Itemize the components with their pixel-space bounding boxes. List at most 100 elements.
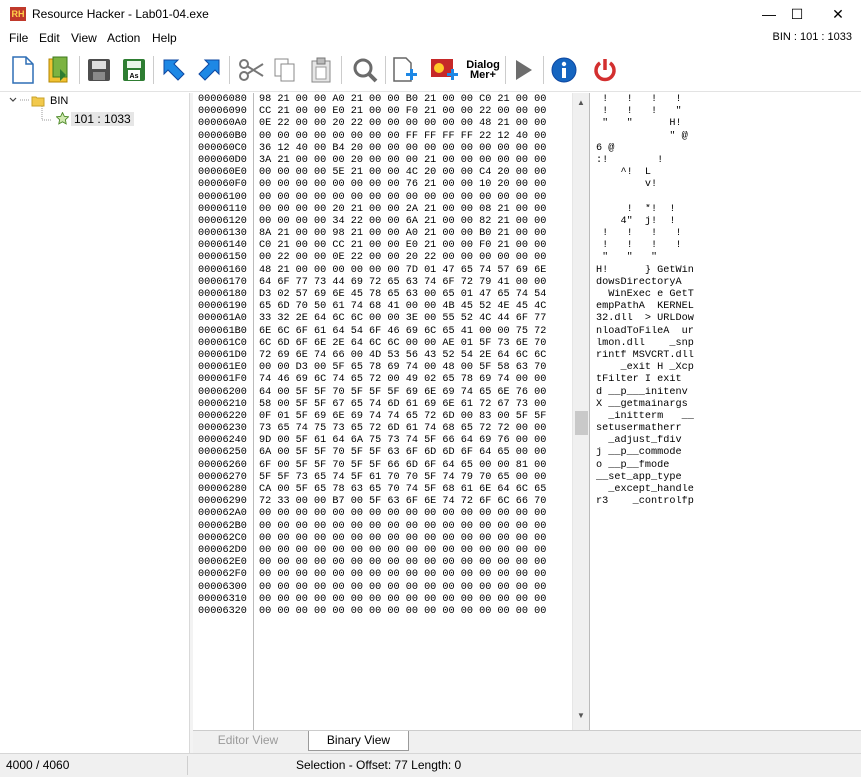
scrollbar-thumb[interactable] <box>575 411 588 435</box>
hex-bytes-row[interactable]: 6C 6D 6F 6E 2E 64 6C 6C 00 00 AE 01 5F 7… <box>255 338 567 350</box>
tree-node-101-1033[interactable]: 101 : 1033 <box>71 112 134 126</box>
hex-bytes-row[interactable]: 5F 5F 73 65 74 5F 61 70 70 5F 74 79 70 6… <box>255 472 567 484</box>
ascii-row[interactable]: 6 @ <box>596 143 861 155</box>
hex-bytes-row[interactable]: 64 00 5F 5F 70 5F 5F 5F 69 6E 69 74 65 6… <box>255 387 567 399</box>
hex-bytes-row[interactable]: 00 00 00 00 00 00 00 00 00 00 00 00 00 0… <box>255 594 567 606</box>
hex-bytes-row[interactable]: 00 00 00 00 00 00 00 00 00 00 00 00 00 0… <box>255 192 567 204</box>
hex-bytes-row[interactable]: 6E 6C 6F 61 64 54 6F 46 69 6C 65 41 00 0… <box>255 326 567 338</box>
ascii-row[interactable] <box>596 533 861 545</box>
hex-bytes-row[interactable]: 6F 00 5F 5F 70 5F 5F 66 6D 6F 64 65 00 0… <box>255 460 567 472</box>
ascii-row[interactable]: ! ! ! ! <box>596 228 861 240</box>
menu-edit[interactable]: Edit <box>39 31 60 45</box>
ascii-row[interactable] <box>596 545 861 557</box>
hex-bytes-row[interactable]: 48 21 00 00 00 00 00 00 7D 01 47 65 74 5… <box>255 265 567 277</box>
tab-editor-view[interactable]: Editor View <box>203 731 293 751</box>
ascii-row[interactable]: _exit H _Xcp <box>596 362 861 374</box>
forward-arrow-icon[interactable] <box>192 53 226 87</box>
replace-resource-icon[interactable] <box>428 53 462 87</box>
hex-bytes-row[interactable]: 3A 21 00 00 00 20 00 00 00 21 00 00 00 0… <box>255 155 567 167</box>
ascii-row[interactable]: o __p__fmode <box>596 460 861 472</box>
ascii-row[interactable]: ! ! ! ! <box>596 94 861 106</box>
tree-expand-toggle[interactable] <box>6 95 18 107</box>
hex-bytes-row[interactable]: 00 00 00 00 34 22 00 00 6A 21 00 00 82 2… <box>255 216 567 228</box>
hex-bytes-row[interactable]: 00 00 00 00 00 00 00 00 00 00 00 00 00 0… <box>255 508 567 520</box>
ascii-row[interactable]: " " H! <box>596 118 861 130</box>
ascii-row[interactable]: j __p__commode <box>596 447 861 459</box>
hex-bytes-row[interactable]: 0E 22 00 00 20 22 00 00 00 00 00 00 48 2… <box>255 118 567 130</box>
open-file-icon[interactable] <box>42 53 76 87</box>
hex-bytes-row[interactable]: CC 21 00 00 E0 21 00 00 F0 21 00 00 22 0… <box>255 106 567 118</box>
hex-bytes-row[interactable]: 00 00 00 00 00 00 00 00 00 00 00 00 00 0… <box>255 606 567 618</box>
ascii-row[interactable]: " @ <box>596 131 861 143</box>
ascii-row[interactable] <box>596 508 861 520</box>
ascii-row[interactable] <box>596 569 861 581</box>
ascii-row[interactable]: d __p___initenv <box>596 387 861 399</box>
ascii-row[interactable]: dowsDirectoryA <box>596 277 861 289</box>
info-icon[interactable] <box>547 53 581 87</box>
hex-bytes-row[interactable]: 74 46 69 6C 74 65 72 00 49 02 65 78 69 7… <box>255 374 567 386</box>
ascii-row[interactable]: ! ! ! ! <box>596 240 861 252</box>
ascii-row[interactable]: " " " <box>596 252 861 264</box>
hex-bytes-row[interactable]: 00 00 00 00 00 00 00 00 00 00 00 00 00 0… <box>255 533 567 545</box>
hex-bytes-row[interactable]: 72 69 6E 74 66 00 4D 53 56 43 52 54 2E 6… <box>255 350 567 362</box>
ascii-row[interactable]: __set_app_type <box>596 472 861 484</box>
run-script-icon[interactable] <box>506 53 540 87</box>
ascii-row[interactable]: 32.dll > URLDow <box>596 313 861 325</box>
maximize-button[interactable]: ☐ <box>774 0 820 28</box>
save-icon[interactable] <box>82 53 116 87</box>
hex-bytes-row[interactable]: 58 00 5F 5F 67 65 74 6D 61 69 6E 61 72 6… <box>255 399 567 411</box>
hex-bytes-row[interactable]: 00 00 00 00 00 00 00 00 FF FF FF FF 22 1… <box>255 131 567 143</box>
hex-bytes-row[interactable]: 00 00 00 00 00 00 00 00 00 00 00 00 00 0… <box>255 521 567 533</box>
hex-bytes-row[interactable]: 64 6F 77 73 44 69 72 65 63 74 6F 72 79 4… <box>255 277 567 289</box>
cut-icon[interactable] <box>234 53 268 87</box>
find-icon[interactable] <box>348 53 382 87</box>
hex-bytes-row[interactable]: 0F 01 5F 69 6E 69 74 74 65 72 6D 00 83 0… <box>255 411 567 423</box>
menu-help[interactable]: Help <box>152 31 177 45</box>
menu-view[interactable]: View <box>71 31 97 45</box>
ascii-row[interactable]: nloadToFileA ur <box>596 326 861 338</box>
paste-icon[interactable] <box>304 53 338 87</box>
ascii-row[interactable]: empPathA KERNEL <box>596 301 861 313</box>
ascii-row[interactable] <box>596 192 861 204</box>
ascii-row[interactable]: ^! L <box>596 167 861 179</box>
scroll-up-icon[interactable]: ▲ <box>577 98 585 107</box>
ascii-column[interactable]: ! ! ! ! ! ! ! " " " H! " @6 @:! ! ^! L v… <box>589 93 861 730</box>
hex-bytes-row[interactable]: 00 00 00 00 5E 21 00 00 4C 20 00 00 C4 2… <box>255 167 567 179</box>
hex-bytes-row[interactable]: 00 00 00 00 00 00 00 00 00 00 00 00 00 0… <box>255 557 567 569</box>
hex-bytes-row[interactable]: CA 00 5F 65 78 63 65 70 74 5F 68 61 6E 6… <box>255 484 567 496</box>
ascii-row[interactable]: rintf MSVCRT.dll <box>596 350 861 362</box>
ascii-row[interactable]: setusermatherr <box>596 423 861 435</box>
add-resource-icon[interactable] <box>388 53 422 87</box>
ascii-row[interactable]: H! } GetWin <box>596 265 861 277</box>
ascii-row[interactable] <box>596 521 861 533</box>
ascii-row[interactable]: r3 _controlfp <box>596 496 861 508</box>
ascii-row[interactable]: v! <box>596 179 861 191</box>
hex-bytes-row[interactable]: 8A 21 00 00 98 21 00 00 A0 21 00 00 B0 2… <box>255 228 567 240</box>
menu-file[interactable]: File <box>9 31 28 45</box>
copy-icon[interactable] <box>268 53 302 87</box>
hex-bytes-row[interactable]: 00 00 00 00 20 21 00 00 2A 21 00 00 08 2… <box>255 204 567 216</box>
tab-binary-view[interactable]: Binary View <box>308 731 409 751</box>
hex-bytes-row[interactable]: 36 12 40 00 B4 20 00 00 00 00 00 00 00 0… <box>255 143 567 155</box>
hex-bytes-row[interactable]: 00 22 00 00 0E 22 00 00 20 22 00 00 00 0… <box>255 252 567 264</box>
hex-bytes-column[interactable]: 98 21 00 00 A0 21 00 00 B0 21 00 00 C0 2… <box>255 93 567 730</box>
hex-bytes-row[interactable]: 00 00 00 00 00 00 00 00 00 00 00 00 00 0… <box>255 545 567 557</box>
ascii-row[interactable]: _adjust_fdiv <box>596 435 861 447</box>
hex-bytes-row[interactable]: 00 00 00 00 00 00 00 00 00 00 00 00 00 0… <box>255 569 567 581</box>
hex-bytes-row[interactable]: 00 00 00 00 00 00 00 00 00 00 00 00 00 0… <box>255 582 567 594</box>
ascii-row[interactable]: lmon.dll _snp <box>596 338 861 350</box>
scroll-down-icon[interactable]: ▼ <box>577 711 585 720</box>
tree-node-bin[interactable]: BIN <box>50 95 68 107</box>
hex-bytes-row[interactable]: 98 21 00 00 A0 21 00 00 B0 21 00 00 C0 2… <box>255 94 567 106</box>
ascii-row[interactable]: :! ! <box>596 155 861 167</box>
hex-editor[interactable]: 00006080 00006090 000060A0 000060B0 000060C0… <box>193 93 861 730</box>
hex-bytes-row[interactable]: D3 02 57 69 6E 45 78 65 63 00 65 01 47 6… <box>255 289 567 301</box>
dialog-merger-icon[interactable]: Dialog Mer+ <box>464 53 502 87</box>
title-bar[interactable]: RH Resource Hacker - Lab01-04.exe — ☐ ✕ <box>0 0 861 28</box>
back-arrow-icon[interactable] <box>157 53 191 87</box>
save-as-icon[interactable]: As <box>117 53 151 87</box>
ascii-row[interactable]: _initterm __ <box>596 411 861 423</box>
hex-bytes-row[interactable]: C0 21 00 00 CC 21 00 00 E0 21 00 00 F0 2… <box>255 240 567 252</box>
ascii-row[interactable] <box>596 594 861 606</box>
ascii-row[interactable] <box>596 582 861 594</box>
